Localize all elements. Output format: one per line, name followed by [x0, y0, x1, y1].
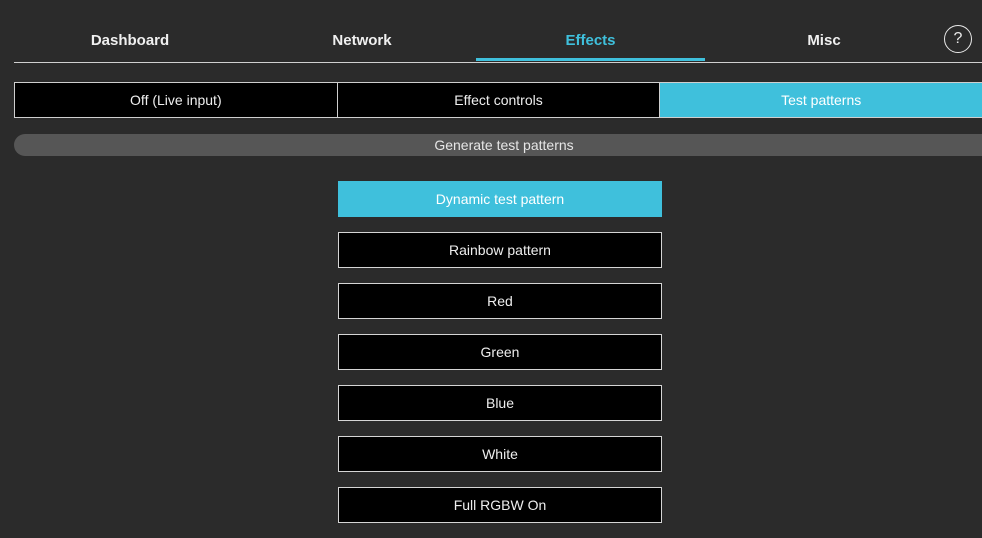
pattern-list: Dynamic test pattern Rainbow pattern Red…: [338, 181, 662, 538]
tab-effects[interactable]: Effects: [476, 22, 705, 58]
nav-divider: [14, 62, 982, 63]
tab-dashboard[interactable]: Dashboard: [14, 22, 246, 58]
tab-network[interactable]: Network: [246, 22, 478, 58]
green-pattern-button[interactable]: Green: [338, 334, 662, 370]
red-pattern-button[interactable]: Red: [338, 283, 662, 319]
tab-misc[interactable]: Misc: [705, 22, 943, 58]
blue-pattern-button[interactable]: Blue: [338, 385, 662, 421]
mode-test-patterns-button[interactable]: Test patterns: [660, 83, 982, 117]
mode-effect-controls-button[interactable]: Effect controls: [337, 83, 661, 117]
help-icon[interactable]: ?: [944, 25, 972, 53]
full-rgbw-on-button[interactable]: Full RGBW On: [338, 487, 662, 523]
rainbow-pattern-button[interactable]: Rainbow pattern: [338, 232, 662, 268]
top-navigation: Dashboard Network Effects Misc ?: [0, 0, 982, 80]
active-tab-indicator: [476, 58, 705, 61]
white-pattern-button[interactable]: White: [338, 436, 662, 472]
mode-selector: Off (Live input) Effect controls Test pa…: [14, 82, 982, 118]
section-header: Generate test patterns: [14, 134, 982, 156]
mode-off-live-input-button[interactable]: Off (Live input): [15, 83, 338, 117]
dynamic-test-pattern-button[interactable]: Dynamic test pattern: [338, 181, 662, 217]
